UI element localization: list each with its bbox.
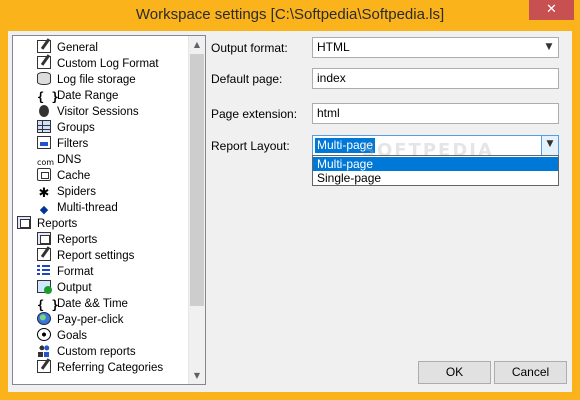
output-format-value: HTML [317, 40, 350, 54]
tree-item[interactable]: Custom reports [37, 344, 136, 360]
tree-item-label: Pay-per-click [57, 314, 124, 326]
page-extension-field[interactable]: html [312, 103, 559, 124]
braces-icon: { } [37, 90, 59, 104]
tree-item[interactable]: Format [37, 264, 93, 280]
output-icon [37, 280, 52, 294]
tree-item[interactable]: Log file storage [37, 72, 136, 88]
tree-item[interactable]: Groups [37, 120, 95, 136]
tree-item[interactable]: Visitor Sessions [37, 104, 139, 120]
scroll-up-arrow-icon[interactable]: ▲ [189, 36, 205, 53]
tree-item[interactable]: ◆ Multi-thread [37, 200, 118, 216]
reports-doc-icon [37, 232, 51, 245]
settings-tree[interactable]: General Custom Log Format Log file storage… [12, 35, 206, 385]
edit-doc-icon [37, 360, 51, 373]
default-page-value: index [317, 71, 346, 85]
tree-item-label: Referring Categories [57, 362, 164, 374]
settings-doc-icon [37, 40, 51, 53]
tree-item-label: DNS [57, 154, 82, 166]
spider-icon: ✱ [38, 185, 50, 200]
cache-icon [37, 168, 51, 181]
tree-item-label: Reports [57, 234, 98, 246]
tree-item[interactable]: Pay-per-click [37, 312, 123, 328]
tree-item-label: Report settings [57, 250, 135, 262]
scroll-thumb[interactable] [190, 54, 204, 306]
cancel-button[interactable]: Cancel [494, 361, 567, 384]
default-page-label: Default page: [211, 72, 283, 86]
dialog-client-area: General Custom Log Format Log file storage… [8, 31, 572, 392]
default-page-field[interactable]: index [312, 68, 559, 89]
tree-item[interactable]: Cache [37, 168, 90, 184]
tree-item[interactable]: ✱ Spiders [37, 184, 96, 200]
soccer-ball-icon [37, 328, 51, 341]
tree-item[interactable]: Goals [37, 328, 87, 344]
tree-item[interactable]: Filters [37, 136, 88, 152]
dropdown-option-single-page[interactable]: Single-page [313, 171, 558, 185]
user-icon [39, 105, 49, 117]
tree-item-label: Filters [57, 138, 89, 150]
report-layout-label: Report Layout: [211, 139, 290, 153]
chevron-down-icon[interactable]: ▼ [542, 39, 556, 56]
report-layout-dropdown-list[interactable]: Multi-page Single-page [312, 155, 559, 186]
tree-item-label: Date && Time [57, 298, 128, 310]
reports-folder-icon [17, 216, 31, 229]
page-extension-label: Page extension: [211, 107, 298, 121]
tree-item[interactable]: { }Date && Time [37, 296, 128, 312]
list-icon [37, 264, 51, 277]
globe-icon [37, 312, 51, 325]
tree-item[interactable]: Reports [17, 216, 77, 232]
tree-item[interactable]: General [37, 40, 98, 56]
filter-icon [37, 136, 51, 149]
close-button[interactable]: ✕ [529, 0, 574, 20]
tree-item[interactable]: Output [37, 280, 92, 296]
output-format-label: Output format: [211, 41, 288, 55]
ok-button[interactable]: OK [418, 361, 491, 384]
tree-item-label: Date Range [57, 90, 119, 102]
grid-icon [37, 120, 51, 133]
tree-item[interactable]: Reports [37, 232, 97, 248]
tree-item[interactable]: Report settings [37, 248, 134, 264]
tree-item[interactable]: { }Date Range [37, 88, 118, 104]
tree-item[interactable]: Custom Log Format [37, 56, 159, 72]
tree-item-label: Cache [57, 170, 91, 182]
tree-item-label: Goals [57, 330, 88, 342]
window-title: Workspace settings [C:\Softpedia\Softped… [135, 6, 445, 23]
title-bar[interactable]: Workspace settings [C:\Softpedia\Softped… [0, 0, 580, 30]
database-icon [37, 72, 51, 85]
page-extension-value: html [317, 106, 340, 120]
tree-item-label: Visitor Sessions [57, 106, 139, 118]
tree-item-label: Log file storage [57, 74, 136, 86]
tree-item-label: Spiders [57, 186, 96, 198]
close-icon: ✕ [546, 2, 557, 17]
scroll-down-arrow-icon[interactable]: ▼ [189, 367, 205, 384]
tree-item-label: General [57, 42, 98, 54]
tree-item-label: Reports [37, 218, 78, 230]
edit-doc-icon [37, 56, 51, 69]
people-icon [37, 344, 51, 357]
edit-doc-icon [37, 248, 51, 261]
tree-item[interactable]: com DNS [37, 152, 81, 168]
tree-item-label: Multi-thread [57, 202, 118, 214]
braces-icon: { } [37, 298, 59, 312]
tree-item-label: Custom Log Format [57, 58, 159, 70]
dropdown-option-multi-page[interactable]: Multi-page [313, 157, 558, 171]
tree-item[interactable]: Referring Categories [37, 360, 163, 376]
tree-item-label: Format [57, 266, 94, 278]
workspace-settings-window: Workspace settings [C:\Softpedia\Softped… [0, 0, 580, 400]
tree-item-label: Custom reports [57, 346, 136, 358]
tree-scrollbar[interactable]: ▲ ▼ [188, 36, 205, 384]
output-format-select[interactable]: HTML ▼ [312, 37, 559, 58]
tree-item-label: Output [57, 282, 92, 294]
tree-item-label: Groups [57, 122, 95, 134]
chevron-down-icon[interactable]: ▼ [541, 136, 558, 155]
